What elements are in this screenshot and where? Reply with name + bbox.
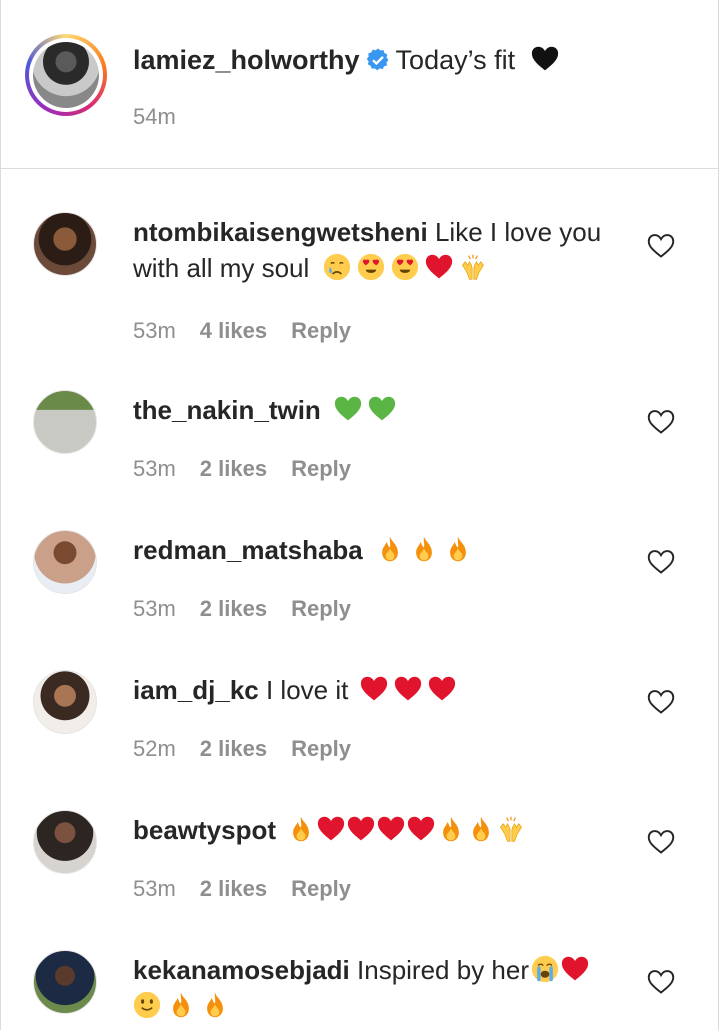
reply-button[interactable]: Reply [291, 456, 351, 481]
green-heart-icon [334, 395, 362, 423]
caption-text: lamiez_holworthy Today’s fit [133, 42, 565, 78]
comment-body-cont: with all my soul [133, 253, 310, 283]
caption-body: Today’s fit [395, 45, 516, 75]
fire-icon [201, 991, 229, 1019]
reply-button[interactable]: Reply [291, 596, 351, 621]
comment-body: Like I love you [434, 217, 602, 247]
comment-meta: 53m 2 likes Reply [133, 596, 375, 622]
comment-meta: 53m 2 likes Reply [133, 456, 375, 482]
commenter-avatar[interactable] [33, 390, 97, 454]
red-heart-icon [360, 675, 388, 703]
comment-meta: 53m 2 likes Reply [133, 876, 375, 902]
like-comment-icon[interactable] [647, 232, 675, 260]
post-caption: lamiez_holworthy Today’s fit 54m [1, 0, 718, 169]
comment-time: 52m [133, 736, 176, 761]
fire-icon [467, 815, 495, 843]
raising-hands-icon [459, 253, 487, 281]
comment-likes[interactable]: 2 likes [200, 456, 267, 481]
commenter-username[interactable]: redman_matshaba [133, 535, 363, 565]
like-comment-icon[interactable] [647, 408, 675, 436]
commenter-avatar[interactable] [33, 810, 97, 874]
verified-badge-icon [366, 48, 388, 71]
comment-likes[interactable]: 2 likes [200, 876, 267, 901]
comment-time: 53m [133, 456, 176, 481]
crying-face-icon [323, 253, 351, 281]
fire-icon [376, 535, 404, 563]
like-comment-icon[interactable] [647, 548, 675, 576]
commenter-avatar[interactable] [33, 530, 97, 594]
red-heart-icon [425, 253, 453, 281]
fire-icon [410, 535, 438, 563]
comment-time: 53m [133, 318, 176, 343]
comment-body: I love it [265, 675, 349, 705]
slight-smile-icon [133, 991, 161, 1019]
fire-icon [167, 991, 195, 1019]
commenter-username[interactable]: the_nakin_twin [133, 395, 321, 425]
commenter-avatar[interactable] [33, 212, 97, 276]
black-heart-icon [531, 45, 559, 73]
comment-meta: 53m 4 likes Reply [133, 318, 375, 344]
comment-text: beawtyspot [133, 812, 633, 848]
fire-icon [287, 815, 315, 843]
red-heart-icon [407, 815, 435, 843]
comment-text: iam_dj_kc I love it [133, 672, 623, 708]
comment-likes[interactable]: 2 likes [200, 736, 267, 761]
comment-body: Inspired by her [357, 955, 529, 985]
author-username[interactable]: lamiez_holworthy [133, 45, 360, 75]
commenter-username[interactable]: kekanamosebjadi [133, 955, 350, 985]
raising-hands-icon [497, 815, 525, 843]
reply-button[interactable]: Reply [291, 876, 351, 901]
commenter-username[interactable]: beawtyspot [133, 815, 276, 845]
comment-text: the_nakin_twin [133, 392, 623, 428]
author-avatar[interactable] [25, 34, 107, 116]
commenter-avatar[interactable] [33, 670, 97, 734]
commenter-username[interactable]: ntombikaisengwetsheni [133, 217, 428, 247]
comment-likes[interactable]: 4 likes [200, 318, 267, 343]
loudly-crying-icon [531, 955, 559, 983]
like-comment-icon[interactable] [647, 828, 675, 856]
fire-icon [444, 535, 472, 563]
red-heart-icon [377, 815, 405, 843]
like-comment-icon[interactable] [647, 688, 675, 716]
comment-text: ntombikaisengwetsheni Like I love you wi… [133, 214, 623, 286]
post-time: 54m [133, 104, 176, 129]
comments-panel: lamiez_holworthy Today’s fit 54m ntombika… [0, 0, 719, 1030]
comment-text: kekanamosebjadi Inspired by her [133, 952, 623, 1024]
red-heart-icon [561, 955, 589, 983]
heart-eyes-icon [357, 253, 385, 281]
fire-icon [437, 815, 465, 843]
red-heart-icon [394, 675, 422, 703]
like-comment-icon[interactable] [647, 968, 675, 996]
reply-button[interactable]: Reply [291, 736, 351, 761]
red-heart-icon [347, 815, 375, 843]
red-heart-icon [317, 815, 345, 843]
comment-meta: 52m 2 likes Reply [133, 736, 375, 762]
red-heart-icon [428, 675, 456, 703]
comment-likes[interactable]: 2 likes [200, 596, 267, 621]
heart-eyes-icon [391, 253, 419, 281]
commenter-avatar[interactable] [33, 950, 97, 1014]
green-heart-icon [368, 395, 396, 423]
comment-text: redman_matshaba [133, 532, 623, 568]
commenter-username[interactable]: iam_dj_kc [133, 675, 259, 705]
reply-button[interactable]: Reply [291, 318, 351, 343]
comment-time: 53m [133, 876, 176, 901]
comment-time: 53m [133, 596, 176, 621]
